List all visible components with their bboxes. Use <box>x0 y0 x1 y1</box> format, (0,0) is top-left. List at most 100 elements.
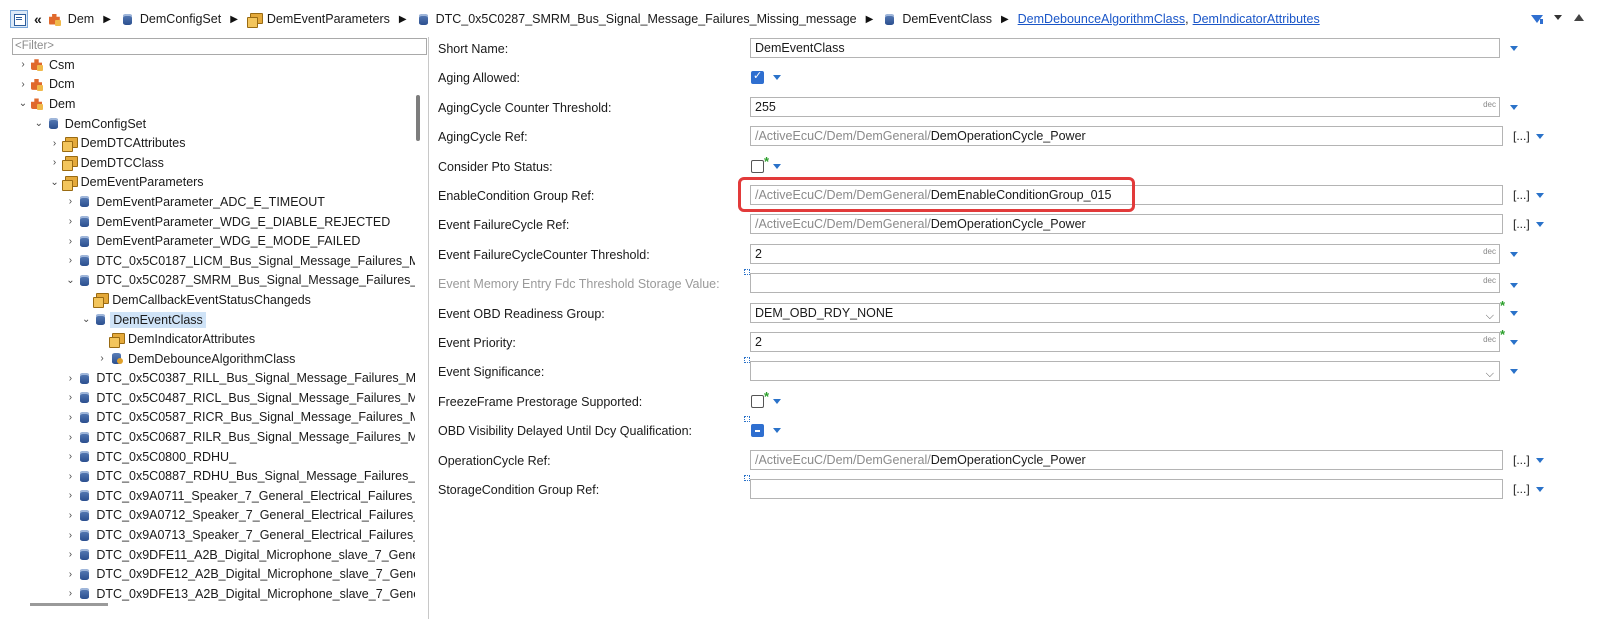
event-memory-entry-fdc-threshold-menu-icon[interactable] <box>1510 283 1518 289</box>
aging-cycle-ref-menu-icon[interactable] <box>1536 134 1544 140</box>
filter-dropdown-icon[interactable] <box>1554 15 1562 20</box>
filter-input[interactable]: <Filter> <box>12 38 427 55</box>
tree-item[interactable]: DemCallbackEventStatusChangeds <box>10 290 415 310</box>
expand-right-icon[interactable]: › <box>63 216 77 227</box>
breadcrumb-item-demconfigset[interactable]: DemConfigSet <box>120 12 221 27</box>
tree-item[interactable]: ⌄ DemEventClass <box>10 310 415 330</box>
aging-allowed-checkbox[interactable] <box>751 69 764 85</box>
event-failure-cycle-ref-input[interactable]: /ActiveEcuC/Dem/DemGeneral/DemOperationC… <box>750 214 1503 235</box>
tree-item[interactable]: › DTC_0x5C0687_RILR_Bus_Signal_Message_Fa… <box>10 427 415 447</box>
expand-right-icon[interactable]: › <box>63 510 77 521</box>
storage-condition-group-ref-browse-button[interactable]: [...] <box>1513 482 1530 496</box>
tree-item[interactable]: › DemDTCAttributes <box>10 133 415 153</box>
tree-item[interactable]: › DTC_0x9A0711_Speaker_7_General_Electric… <box>10 486 415 506</box>
tree-item[interactable]: › DemEventParameter_ADC_E_TIMEOUT <box>10 192 415 212</box>
link-debounce-algorithm-class[interactable]: DemDebounceAlgorithmClass <box>1018 12 1185 26</box>
expand-right-icon[interactable]: › <box>63 451 77 462</box>
expand-right-icon[interactable]: › <box>63 471 77 482</box>
collapse-panel-icon[interactable] <box>1574 14 1584 21</box>
chevron-down-icon[interactable]: ⌵ <box>1486 365 1494 380</box>
obd-visibility-delayed-menu-icon[interactable] <box>773 428 781 434</box>
tree-item[interactable]: › DTC_0x9DFE13_A2B_Digital_Microphone_sla… <box>10 584 415 604</box>
collapse-arrows-icon[interactable]: « <box>34 11 42 27</box>
event-memory-entry-fdc-threshold-input[interactable]: dec <box>750 273 1500 294</box>
aging-cycle-ref-input[interactable]: /ActiveEcuC/Dem/DemGeneral/DemOperationC… <box>750 126 1503 147</box>
tree-item[interactable]: ⌄ DTC_0x5C0287_SMRM_Bus_Signal_Message_Fa… <box>10 271 415 291</box>
tree-item[interactable]: ⌄ DemConfigSet <box>10 114 415 134</box>
expand-down-icon[interactable]: ⌄ <box>32 118 46 129</box>
tree-item[interactable]: › DemEventParameter_WDG_E_DIABLE_REJECTED <box>10 212 415 232</box>
event-obd-readiness-group-select[interactable]: DEM_OBD_RDY_NONE ⌵ <box>750 302 1500 323</box>
event-priority-menu-icon[interactable] <box>1510 340 1518 345</box>
tree-item[interactable]: › DemDebounceAlgorithmClass <box>10 349 415 369</box>
expand-right-icon[interactable]: › <box>63 530 77 541</box>
operation-cycle-ref-menu-icon[interactable] <box>1536 457 1544 463</box>
breadcrumb-item-dem[interactable]: Dem <box>48 12 94 27</box>
event-failure-cycle-counter-threshold-input[interactable]: 2 dec <box>750 243 1500 264</box>
aging-cycle-counter-threshold-menu-icon[interactable] <box>1510 104 1518 110</box>
tree-item[interactable]: › DTC_0x9A0713_Speaker_7_General_Electric… <box>10 525 415 545</box>
freezeframe-prestorage-menu-icon[interactable] <box>773 398 781 404</box>
expand-right-icon[interactable]: › <box>63 569 77 580</box>
tree-item[interactable]: › DTC_0x9DFE11_A2B_Digital_Microphone_sla… <box>10 545 415 565</box>
expand-right-icon[interactable]: › <box>63 432 77 443</box>
enable-condition-group-ref-input[interactable]: /ActiveEcuC/Dem/DemGeneral/DemEnableCond… <box>750 185 1503 205</box>
tree-item[interactable]: › DTC_0x5C0887_RDHU_Bus_Signal_Message_Fa… <box>10 466 415 486</box>
freezeframe-prestorage-checkbox[interactable] <box>751 394 764 408</box>
aging-cycle-counter-threshold-input[interactable]: 255 dec <box>750 96 1500 117</box>
operation-cycle-ref-browse-button[interactable]: [...] <box>1513 453 1530 467</box>
tree-item[interactable]: › DTC_0x9A0712_Speaker_7_General_Electric… <box>10 506 415 526</box>
expand-right-icon[interactable]: › <box>63 196 77 207</box>
tree-item[interactable]: › Dcm <box>10 75 415 95</box>
event-failure-cycle-counter-threshold-menu-icon[interactable] <box>1510 251 1518 257</box>
expand-right-icon[interactable]: › <box>95 353 109 364</box>
tree-horizontal-scrollbar[interactable] <box>30 603 108 606</box>
tree-item[interactable]: › Csm <box>10 55 415 75</box>
storage-condition-group-ref-menu-icon[interactable] <box>1536 487 1544 492</box>
short-name-input[interactable]: DemEventClass <box>750 38 1500 58</box>
expand-down-icon[interactable]: ⌄ <box>48 177 62 188</box>
event-significance-select[interactable]: ⌵ <box>750 361 1500 382</box>
event-obd-readiness-group-menu-icon[interactable] <box>1510 310 1518 316</box>
consider-pto-status-menu-icon[interactable] <box>773 163 781 169</box>
expand-right-icon[interactable]: › <box>63 236 77 247</box>
expand-right-icon[interactable]: › <box>63 490 77 501</box>
event-priority-input[interactable]: 2 dec <box>750 332 1500 352</box>
event-significance-menu-icon[interactable] <box>1510 369 1518 375</box>
tree-item[interactable]: ⌄ DemEventParameters <box>10 173 415 193</box>
tree-item[interactable]: › DemDTCClass <box>10 153 415 173</box>
obd-visibility-delayed-checkbox[interactable] <box>751 424 764 438</box>
breadcrumb-item-demeventparameters[interactable]: DemEventParameters <box>246 12 390 28</box>
breadcrumb-item-demeventclass[interactable]: DemEventClass <box>882 12 992 27</box>
filter-funnel-icon[interactable] <box>1531 14 1543 23</box>
tree-item[interactable]: › DTC_0x5C0387_RILL_Bus_Signal_Message_Fa… <box>10 369 415 389</box>
expand-right-icon[interactable]: › <box>63 588 77 599</box>
enable-condition-group-ref-menu-icon[interactable] <box>1536 193 1544 198</box>
tree-item[interactable]: › DTC_0x5C0487_RICL_Bus_Signal_Message_Fa… <box>10 388 415 408</box>
expand-right-icon[interactable]: › <box>63 549 77 560</box>
expand-right-icon[interactable]: › <box>63 255 77 266</box>
tree-vertical-scrollbar[interactable] <box>416 95 420 141</box>
operation-cycle-ref-input[interactable]: /ActiveEcuC/Dem/DemGeneral/DemOperationC… <box>750 449 1503 470</box>
expand-right-icon[interactable]: › <box>63 412 77 423</box>
breadcrumb-item-dtc[interactable]: DTC_0x5C0287_SMRM_Bus_Signal_Message_Fai… <box>416 12 857 27</box>
tree-item[interactable]: › DTC_0x5C0187_LICM_Bus_Signal_Message_Fa… <box>10 251 415 271</box>
storage-condition-group-ref-input[interactable] <box>750 479 1503 499</box>
expand-down-icon[interactable]: ⌄ <box>63 275 77 286</box>
link-indicator-attributes[interactable]: DemIndicatorAttributes <box>1193 12 1320 26</box>
expand-right-icon[interactable]: › <box>16 79 30 90</box>
event-failure-cycle-ref-browse-button[interactable]: [...] <box>1513 217 1530 231</box>
aging-cycle-ref-browse-button[interactable]: [...] <box>1513 129 1530 143</box>
tree-item[interactable]: › DTC_0x5C0587_RICR_Bus_Signal_Message_Fa… <box>10 408 415 428</box>
consider-pto-status-checkbox[interactable] <box>751 159 764 173</box>
expand-right-icon[interactable]: › <box>63 392 77 403</box>
expand-right-icon[interactable]: › <box>48 138 62 149</box>
expand-right-icon[interactable]: › <box>48 157 62 168</box>
event-failure-cycle-ref-menu-icon[interactable] <box>1536 222 1544 228</box>
tree-item[interactable]: ⌄ Dem <box>10 94 415 114</box>
tree-item[interactable]: › DemEventParameter_WDG_E_MODE_FAILED <box>10 231 415 251</box>
expand-down-icon[interactable]: ⌄ <box>16 98 30 109</box>
tree-item[interactable]: DemIndicatorAttributes <box>10 329 415 349</box>
tree-item[interactable]: › DTC_0x5C0800_RDHU_ <box>10 447 415 467</box>
expand-right-icon[interactable]: › <box>63 373 77 384</box>
